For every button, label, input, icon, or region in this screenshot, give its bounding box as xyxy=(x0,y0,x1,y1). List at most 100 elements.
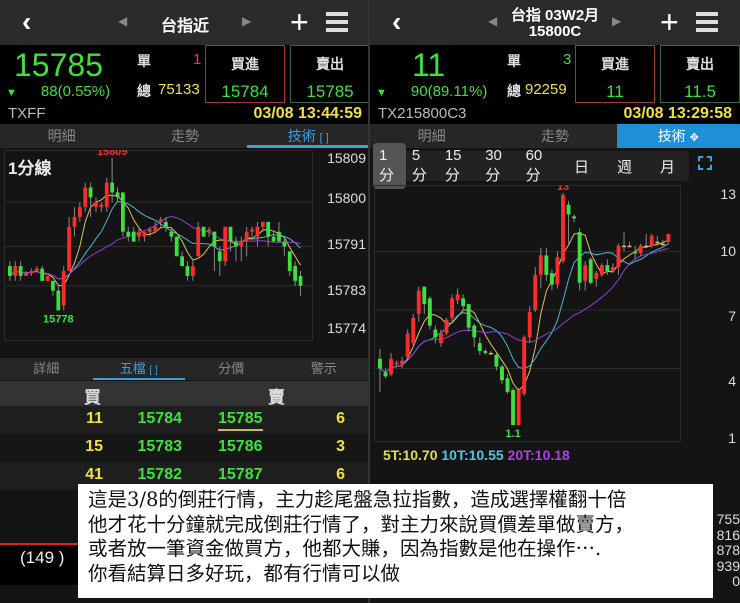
buy-header: 買 xyxy=(84,388,101,407)
total-count: (149 ) xyxy=(20,548,65,567)
symbol-row: TXFF 03/08 13:44:59 xyxy=(0,105,368,124)
sell-button[interactable]: 賣出 11.5 xyxy=(660,45,740,103)
caption-line: 或者放一筆資金做買方，他都大賺，因為指數是他在操作⋯. xyxy=(88,537,602,560)
ask-qty: 3 xyxy=(336,438,345,455)
period-week[interactable]: 週 xyxy=(603,152,646,181)
candle-body xyxy=(287,251,292,272)
candle-body xyxy=(45,275,50,281)
buy-button[interactable]: 買進 11 xyxy=(575,45,655,103)
orderbook-row[interactable]: 11 15784 15785 6 xyxy=(0,406,368,434)
tab-price-volume[interactable]: 分價 xyxy=(185,358,278,380)
next-arrow-icon[interactable]: ▶ xyxy=(612,14,621,28)
back-icon[interactable]: ‹ xyxy=(22,6,31,38)
next-arrow-icon[interactable]: ▶ xyxy=(242,14,251,28)
tab-trend[interactable]: 走勢 xyxy=(123,124,246,148)
side-value: 878 xyxy=(716,542,740,558)
candle-body xyxy=(234,241,238,247)
caption-line: 他才花十分鐘就完成倒莊行情了，對主力來說買價差單做賣方， xyxy=(88,512,635,536)
buy-label: 買進 xyxy=(601,56,629,72)
menu-icon[interactable] xyxy=(696,12,718,32)
y-tick: 15791 xyxy=(327,236,366,252)
candle-body xyxy=(439,333,443,344)
y-tick: 4 xyxy=(728,373,736,389)
y-tick: 7 xyxy=(728,308,736,324)
ask-price: 11.5 xyxy=(684,82,716,101)
candle-body xyxy=(180,256,184,267)
bid-price: 11 xyxy=(606,82,624,101)
low-label: 1.1 xyxy=(505,428,520,440)
ma10-value: 10T:10.55 xyxy=(441,447,504,463)
candle-body xyxy=(555,257,560,285)
chart-period-label: 1分線 xyxy=(8,159,52,178)
candle-body xyxy=(655,241,660,244)
candle-body xyxy=(638,245,643,254)
caption-line: 你看結算日多好玩，都有行情可以做 xyxy=(88,561,401,585)
expand-icon[interactable]: [ ] xyxy=(149,365,157,376)
candlestick-chart-right[interactable]: 131.1 xyxy=(374,185,682,443)
menu-icon[interactable] xyxy=(326,12,348,32)
candle-body xyxy=(88,187,93,198)
tab-technical[interactable]: 技術 ✥ xyxy=(616,124,740,148)
candle-body xyxy=(201,226,206,237)
expand-icon[interactable]: [ ] xyxy=(320,132,329,144)
candle-body xyxy=(34,268,39,272)
tab-detail[interactable]: 明細 xyxy=(0,124,123,148)
ask-qty: 6 xyxy=(336,466,345,483)
candle-body xyxy=(616,245,621,268)
last-price: 15785 xyxy=(14,47,103,83)
candle-body xyxy=(505,378,510,392)
bid-price: 15783 xyxy=(137,438,183,455)
candle-body xyxy=(444,319,449,334)
candle-body xyxy=(405,333,410,357)
period-60min[interactable]: 60分 xyxy=(520,143,560,189)
period-month[interactable]: 月 xyxy=(646,152,689,181)
back-icon[interactable]: ‹ xyxy=(392,6,401,38)
candle-body xyxy=(266,221,271,237)
ask-price: 15785 xyxy=(218,410,263,431)
sell-label: 賣出 xyxy=(316,56,344,72)
tab-details[interactable]: 詳細 xyxy=(0,358,93,380)
prev-arrow-icon[interactable]: ◀ xyxy=(118,14,127,28)
candle-body xyxy=(207,229,211,232)
candle-body xyxy=(212,231,217,247)
ma5-value: 5T:10.70 xyxy=(383,447,438,463)
candle-body xyxy=(250,229,254,232)
period-selector: 1分 5分 15分 30分 60分 日 週 月 xyxy=(373,143,689,189)
candle-body xyxy=(400,360,405,365)
caption-line: 這是3/8的倒莊行情，主力趁尾盤急拉指數，造成選擇權翻十倍 xyxy=(88,488,627,511)
y-tick: 15800 xyxy=(327,190,366,206)
candle-body xyxy=(466,304,471,328)
tab-technical[interactable]: 技術 [ ] xyxy=(246,124,368,148)
candle-body xyxy=(583,265,588,281)
candle-body xyxy=(260,221,265,227)
candle-body xyxy=(477,343,482,351)
candle-body xyxy=(666,233,671,242)
timestamp: 03/08 13:29:58 xyxy=(623,105,732,122)
tab-alerts[interactable]: 警示 xyxy=(278,358,369,380)
period-30min[interactable]: 30分 xyxy=(479,143,519,189)
period-15min[interactable]: 15分 xyxy=(439,143,479,189)
y-tick: 10 xyxy=(720,243,736,259)
candle-body xyxy=(561,194,565,262)
fullscreen-icon[interactable] xyxy=(698,156,712,170)
add-icon[interactable]: + xyxy=(660,4,679,41)
buy-button[interactable]: 買進 15784 xyxy=(205,45,285,103)
candle-body xyxy=(500,366,504,381)
sell-button[interactable]: 賣出 15785 xyxy=(290,45,368,103)
candle-body xyxy=(282,241,287,247)
candle-body xyxy=(511,389,516,426)
orderbook-row[interactable]: 15 15783 15786 3 xyxy=(0,434,368,462)
add-icon[interactable]: + xyxy=(290,4,309,41)
period-1min[interactable]: 1分 xyxy=(373,143,406,189)
candle-body xyxy=(660,243,665,246)
prev-arrow-icon[interactable]: ◀ xyxy=(488,14,497,28)
candle-body xyxy=(18,266,23,276)
candle-body xyxy=(622,245,626,248)
candle-body xyxy=(131,231,136,242)
candle-body xyxy=(472,325,477,338)
symbol-code: TX215800C3 xyxy=(378,105,467,122)
period-day[interactable]: 日 xyxy=(560,152,603,181)
collapse-icon[interactable]: ✥ xyxy=(690,132,699,144)
period-5min[interactable]: 5分 xyxy=(406,143,439,189)
tab-five-levels[interactable]: 五檔 [ ] xyxy=(92,358,185,380)
